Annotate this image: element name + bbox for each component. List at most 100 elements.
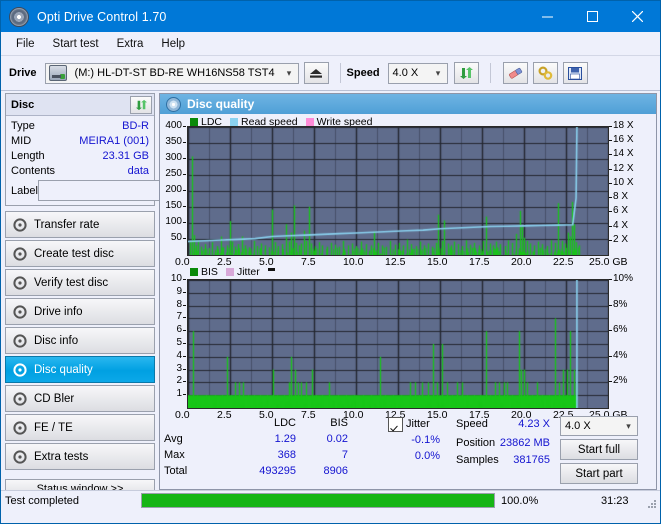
disc-icon bbox=[13, 334, 27, 348]
bis-canvas bbox=[188, 280, 608, 408]
menu-item-extra[interactable]: Extra bbox=[108, 35, 153, 53]
toolbar-separator bbox=[340, 63, 341, 83]
sidebar-item-create-test-disc[interactable]: Create test disc bbox=[5, 240, 155, 267]
sidebar-item-label: FE / TE bbox=[34, 422, 73, 434]
maximize-icon[interactable] bbox=[570, 1, 615, 32]
disc-icon bbox=[13, 305, 27, 319]
menu-item-file[interactable]: File bbox=[7, 35, 44, 53]
sidebar-item-label: Verify test disc bbox=[34, 277, 108, 289]
menu-item-start-test[interactable]: Start test bbox=[44, 35, 108, 53]
x-tick-label: 10.0 bbox=[343, 256, 363, 268]
y2-tick bbox=[609, 226, 612, 227]
save-button[interactable] bbox=[563, 62, 588, 84]
drive-select[interactable]: (M:) HL-DT-ST BD-RE WH16NS58 TST4 ▾ bbox=[45, 63, 299, 84]
stats-max-ldc: 368 bbox=[246, 449, 296, 461]
y-tick-label: 7 bbox=[176, 311, 182, 322]
jitter-value-1: -0.1% bbox=[386, 434, 440, 446]
disc-refresh-button[interactable] bbox=[130, 96, 152, 114]
sidebar-item-drive-info[interactable]: Drive info bbox=[5, 298, 155, 325]
y2-tick bbox=[609, 240, 612, 241]
y-tick bbox=[183, 279, 186, 280]
samples-value: 381765 bbox=[480, 454, 550, 466]
speed-stat-label: Speed bbox=[456, 418, 488, 430]
test-speed-value: 4.0 X bbox=[561, 420, 591, 432]
disc-row-length: Length 23.31 GB bbox=[11, 148, 149, 163]
sidebar-item-label: Disc quality bbox=[34, 364, 93, 376]
legend-swatch-ldc bbox=[190, 118, 198, 126]
menu-item-help[interactable]: Help bbox=[152, 35, 194, 53]
disc-row-value: 23.31 GB bbox=[103, 150, 149, 162]
stats-row-label-total: Total bbox=[164, 465, 187, 477]
y-tick-label: 2 bbox=[176, 375, 182, 386]
y-tick-label: 1 bbox=[176, 388, 182, 399]
bis-plot bbox=[187, 279, 609, 409]
stats-panel: LDC BIS Avg 1.29 0.02 Max 368 7 Total 49… bbox=[160, 415, 656, 489]
stats-row-label-max: Max bbox=[164, 449, 185, 461]
y-tick-label: 6 bbox=[176, 324, 182, 335]
y2-tick-label: 8% bbox=[613, 299, 627, 310]
toolbar-separator bbox=[490, 63, 491, 83]
disc-row-contents: Contents data bbox=[11, 163, 149, 178]
ldc-y2-axis: 2 X 4 X 6 X 8 X 10 X 12 X 14 X 16 X 18 X bbox=[609, 126, 649, 254]
x-tick-label: 2.5 bbox=[217, 256, 232, 268]
start-part-button[interactable]: Start part bbox=[560, 463, 638, 484]
y2-tick bbox=[609, 126, 612, 127]
sidebar-item-cd-bler[interactable]: CD Bler bbox=[5, 385, 155, 412]
y2-tick-label: 2% bbox=[613, 375, 627, 386]
speed-select-value: 4.0 X bbox=[389, 67, 419, 79]
bis-y2-axis: 2% 4% 6% 8% 10% bbox=[609, 279, 649, 407]
sidebar-item-label: Transfer rate bbox=[34, 219, 99, 231]
sidebar-item-verify-test-disc[interactable]: Verify test disc bbox=[5, 269, 155, 296]
stats-row-label-avg: Avg bbox=[164, 433, 183, 445]
y2-tick-label: 6% bbox=[613, 324, 627, 335]
minimize-icon[interactable] bbox=[525, 1, 570, 32]
sidebar-item-disc-info[interactable]: Disc info bbox=[5, 327, 155, 354]
speed-stat-value: 4.23 X bbox=[490, 418, 550, 430]
jitter-checkbox[interactable] bbox=[388, 417, 403, 432]
tools-button[interactable] bbox=[533, 62, 558, 84]
elapsed-time: 31:23 bbox=[601, 495, 629, 507]
stats-avg-ldc: 1.29 bbox=[246, 433, 296, 445]
window-title: Opti Drive Control 1.70 bbox=[37, 10, 166, 24]
disc-label-row: Label bbox=[11, 180, 149, 201]
eject-button[interactable] bbox=[304, 62, 329, 84]
drive-select-value: (M:) HL-DT-ST BD-RE WH16NS58 TST4 bbox=[71, 67, 275, 79]
disc-row-value: BD-R bbox=[122, 120, 149, 132]
speed-select[interactable]: 4.0 X ▾ bbox=[388, 63, 448, 84]
sidebar-item-extra-tests[interactable]: Extra tests bbox=[5, 443, 155, 470]
x-tick-label: 20.0 bbox=[511, 256, 531, 268]
x-tick-label: 25.0 GB bbox=[589, 256, 628, 268]
stats-avg-bis: 0.02 bbox=[298, 433, 348, 445]
sidebar-item-fe-te[interactable]: FE / TE bbox=[5, 414, 155, 441]
app-icon bbox=[9, 7, 29, 27]
close-icon[interactable] bbox=[615, 1, 660, 32]
disc-row-key: MID bbox=[11, 135, 31, 147]
test-speed-select[interactable]: 4.0 X ▾ bbox=[560, 416, 638, 436]
charts-area: LDC Read speed Write speed BIS Jitter 50… bbox=[160, 114, 656, 415]
y-tick-label: 9 bbox=[176, 286, 182, 297]
stats-col-bis: BIS bbox=[308, 417, 348, 429]
sidebar-item-label: CD Bler bbox=[34, 393, 74, 405]
y2-tick-label: 10 X bbox=[613, 177, 634, 188]
y2-tick-label: 18 X bbox=[613, 120, 634, 131]
speed-label: Speed bbox=[347, 67, 380, 79]
sidebar-item-disc-quality[interactable]: Disc quality bbox=[5, 356, 155, 383]
y-tick bbox=[183, 174, 186, 175]
start-full-button[interactable]: Start full bbox=[560, 439, 638, 460]
ldc-canvas bbox=[188, 127, 608, 255]
erase-button[interactable] bbox=[503, 62, 528, 84]
resize-grip[interactable] bbox=[646, 498, 658, 510]
y-tick bbox=[183, 369, 186, 370]
y2-tick-label: 16 X bbox=[613, 134, 634, 145]
sidebar-item-transfer-rate[interactable]: Transfer rate bbox=[5, 211, 155, 238]
y-tick-label: 5 bbox=[176, 337, 182, 348]
disc-icon bbox=[13, 421, 27, 435]
refresh-button[interactable] bbox=[454, 62, 479, 84]
title-bar: Opti Drive Control 1.70 bbox=[1, 1, 660, 32]
y-tick bbox=[183, 206, 186, 207]
y-tick bbox=[183, 317, 186, 318]
disc-icon bbox=[13, 276, 27, 290]
disc-info-panel: Disc Type BD-R MID MEIRA1 (001) Length 2… bbox=[5, 93, 155, 206]
y-tick-label: 100 bbox=[165, 216, 182, 227]
y-tick bbox=[183, 238, 186, 239]
